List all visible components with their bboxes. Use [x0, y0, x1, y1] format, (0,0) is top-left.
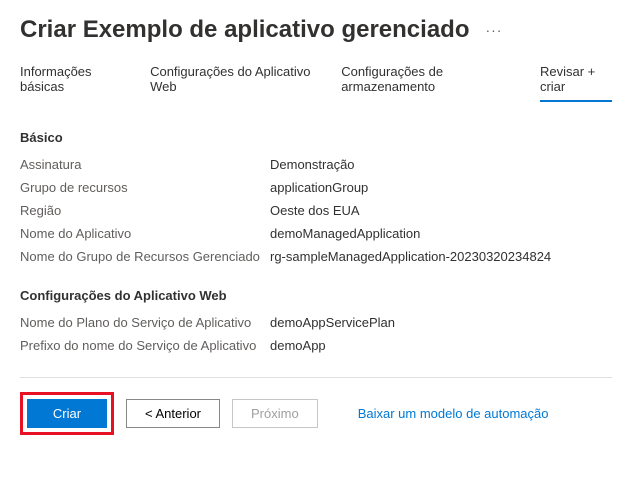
row-managed-rg-name: Nome do Grupo de Recursos Gerenciado rg-… [20, 249, 612, 264]
tab-basic-info[interactable]: Informações básicas [20, 64, 122, 102]
previous-button[interactable]: < Anterior [126, 399, 220, 428]
row-app-name: Nome do Aplicativo demoManagedApplicatio… [20, 226, 612, 241]
value-app-service-prefix: demoApp [270, 338, 326, 353]
tab-review-create[interactable]: Revisar + criar [540, 64, 612, 102]
section-webapp: Configurações do Aplicativo Web Nome do … [20, 288, 612, 353]
value-resource-group: applicationGroup [270, 180, 368, 195]
section-webapp-heading: Configurações do Aplicativo Web [20, 288, 612, 303]
section-basic-heading: Básico [20, 130, 612, 145]
label-region: Região [20, 203, 270, 218]
value-region: Oeste dos EUA [270, 203, 360, 218]
download-template-link[interactable]: Baixar um modelo de automação [358, 406, 549, 421]
label-app-service-prefix: Prefixo do nome do Serviço de Aplicativo [20, 338, 270, 353]
row-region: Região Oeste dos EUA [20, 203, 612, 218]
tab-bar: Informações básicas Configurações do Apl… [20, 64, 612, 102]
more-actions-icon[interactable]: ··· [485, 22, 502, 38]
next-button: Próximo [232, 399, 318, 428]
value-app-service-plan: demoAppServicePlan [270, 315, 395, 330]
row-resource-group: Grupo de recursos applicationGroup [20, 180, 612, 195]
create-button[interactable]: Criar [27, 399, 107, 428]
label-managed-rg-name: Nome do Grupo de Recursos Gerenciado [20, 249, 270, 264]
row-subscription: Assinatura Demonstração [20, 157, 612, 172]
tab-webapp-config[interactable]: Configurações do Aplicativo Web [150, 64, 313, 102]
page-title: Criar Exemplo de aplicativo gerenciado [20, 16, 469, 44]
section-basic: Básico Assinatura Demonstração Grupo de … [20, 130, 612, 264]
label-subscription: Assinatura [20, 157, 270, 172]
tab-storage-config[interactable]: Configurações de armazenamento [341, 64, 512, 102]
row-app-service-prefix: Prefixo do nome do Serviço de Aplicativo… [20, 338, 612, 353]
value-managed-rg-name: rg-sampleManagedApplication-202303202348… [270, 249, 551, 264]
label-app-service-plan: Nome do Plano do Serviço de Aplicativo [20, 315, 270, 330]
value-subscription: Demonstração [270, 157, 355, 172]
footer-bar: Criar < Anterior Próximo Baixar um model… [20, 377, 612, 435]
value-app-name: demoManagedApplication [270, 226, 420, 241]
create-button-highlight: Criar [20, 392, 114, 435]
label-resource-group: Grupo de recursos [20, 180, 270, 195]
row-app-service-plan: Nome do Plano do Serviço de Aplicativo d… [20, 315, 612, 330]
label-app-name: Nome do Aplicativo [20, 226, 270, 241]
